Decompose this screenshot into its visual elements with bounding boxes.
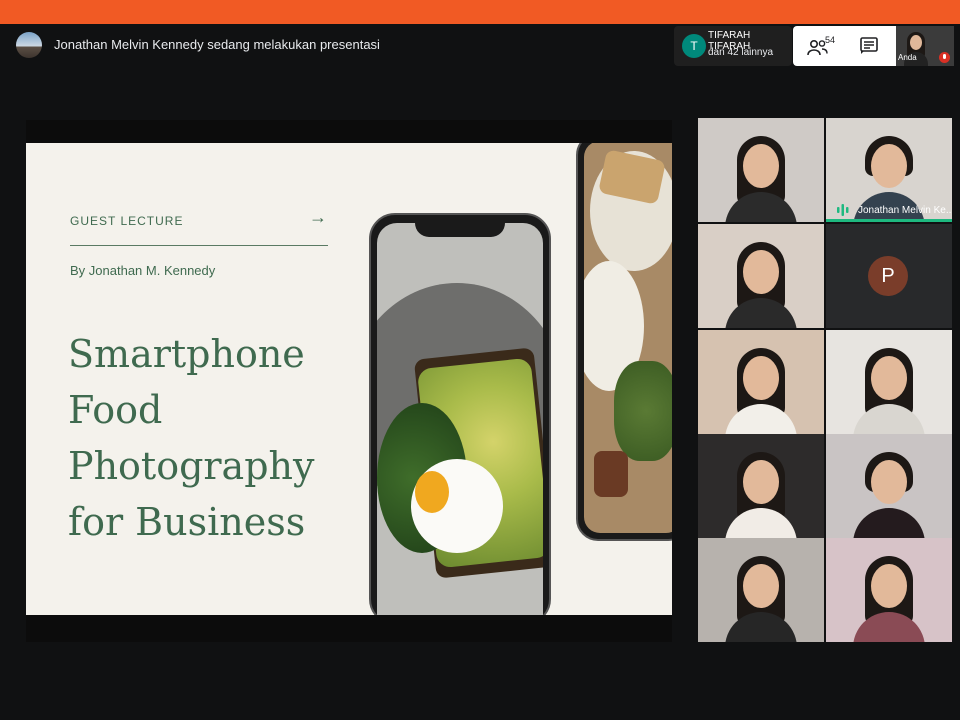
yolk-shape	[415, 471, 449, 513]
people-count: 54	[825, 35, 836, 45]
head-shape	[743, 460, 779, 504]
slide-byline: By Jonathan M. Kennedy	[70, 263, 216, 278]
body-shape	[725, 612, 797, 642]
body-shape	[725, 298, 797, 328]
participant-video	[725, 232, 797, 328]
phone-notch	[415, 215, 505, 237]
body-shape	[853, 508, 925, 538]
presentation-slide: GUEST LECTURE → By Jonathan M. Kennedy S…	[26, 143, 672, 615]
participant-video	[725, 546, 797, 642]
participant-video	[725, 338, 797, 434]
presenting-status-text: Jonathan Melvin Kennedy sedang melakukan…	[54, 37, 380, 52]
smartphone-image	[369, 213, 551, 615]
participant-video	[853, 442, 925, 538]
mic-off-icon	[939, 52, 950, 63]
body-shape	[853, 612, 925, 642]
head-shape	[743, 356, 779, 400]
head-shape	[871, 564, 907, 608]
participant-tile[interactable]	[698, 118, 824, 222]
people-button[interactable]: 54	[803, 32, 839, 60]
chat-icon	[860, 37, 878, 54]
participant-letter-avatar: P	[868, 256, 908, 296]
body-shape	[725, 508, 797, 538]
speaking-indicator	[826, 219, 952, 222]
participant-tile[interactable]	[826, 434, 952, 538]
participant-tile[interactable]	[826, 330, 952, 434]
orange-top-band	[0, 0, 960, 24]
participant-tile[interactable]: P	[826, 224, 952, 328]
slide-title-line: for Business	[68, 500, 306, 544]
cup-shape	[594, 451, 628, 497]
participant-video	[725, 442, 797, 538]
body-shape	[725, 192, 797, 222]
participant-tile[interactable]	[698, 224, 824, 328]
participant-tile[interactable]	[698, 538, 824, 642]
head-shape	[743, 564, 779, 608]
control-panel: 54	[793, 26, 896, 66]
participant-tile[interactable]	[698, 330, 824, 434]
slide-title-line: Food	[68, 388, 163, 432]
participant-more-count: dan 42 lainnya	[708, 47, 774, 58]
participant-video	[853, 338, 925, 434]
self-view-tile[interactable]: Anda	[896, 26, 954, 66]
audio-wave-icon	[837, 204, 849, 216]
participant-avatar: T	[682, 34, 706, 58]
head-shape	[743, 250, 779, 294]
slide-kicker: GUEST LECTURE	[70, 214, 184, 228]
body-shape	[725, 404, 797, 434]
slide-title-line: Smartphone	[68, 332, 305, 376]
body-shape	[853, 404, 925, 434]
participant-video	[853, 546, 925, 642]
participant-tile[interactable]	[826, 538, 952, 642]
presenter-avatar	[16, 32, 42, 58]
participant-chip[interactable]: T TIFARAH TIFARAH dan 42 lainnya	[674, 26, 792, 66]
food-photo-table	[584, 143, 672, 533]
chat-button[interactable]	[851, 32, 887, 60]
slide-title-line: Photography	[68, 444, 315, 488]
arrow-right-icon: →	[309, 207, 327, 227]
meeting-top-bar: Jonathan Melvin Kennedy sedang melakukan…	[0, 24, 960, 68]
participant-tile[interactable]	[698, 434, 824, 538]
head-shape	[871, 356, 907, 400]
participant-name-label: Jonathan Melvin Ke...	[858, 205, 952, 216]
slide-title: Smartphone Food Photography for Business	[68, 326, 348, 550]
participant-video	[725, 126, 797, 222]
flowers-shape	[614, 361, 672, 461]
head-shape	[743, 144, 779, 188]
head-shape	[871, 144, 907, 188]
participant-tile-speaker[interactable]: Jonathan Melvin Ke...	[826, 118, 952, 222]
head-shape	[871, 460, 907, 504]
slide-divider	[70, 245, 328, 246]
second-smartphone-image	[576, 143, 672, 541]
food-photo-avocado-toast	[377, 223, 543, 615]
self-label: Anda	[898, 53, 917, 62]
